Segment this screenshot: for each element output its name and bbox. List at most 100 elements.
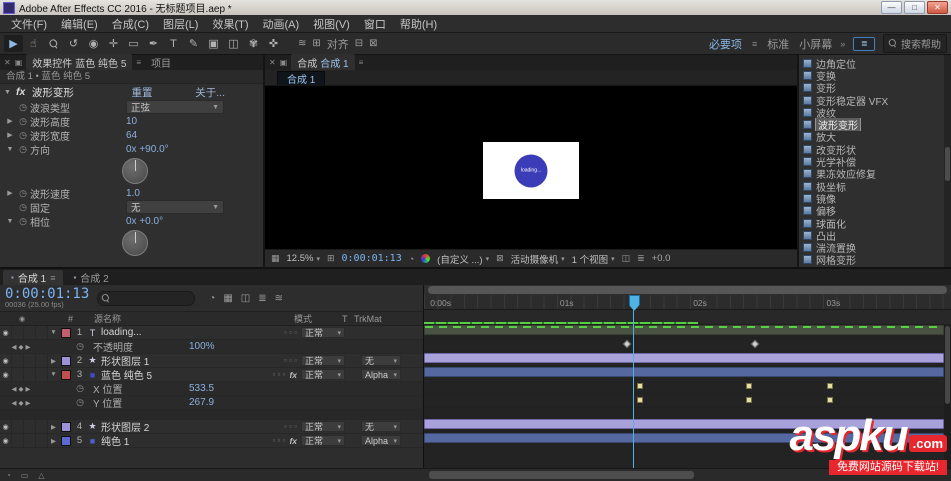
- eye-icon[interactable]: ◉: [0, 434, 12, 447]
- draft3d-icon[interactable]: ▦: [223, 293, 232, 304]
- keyframe[interactable]: [827, 383, 833, 389]
- effect-item[interactable]: 波纹: [799, 106, 951, 118]
- keyframe[interactable]: [746, 383, 753, 389]
- effect-item[interactable]: 凸出: [799, 229, 951, 241]
- zoom-slider[interactable]: ▭: [21, 471, 29, 480]
- layer-duration-bar[interactable]: [424, 325, 944, 335]
- exposure-value[interactable]: +0.0: [652, 253, 671, 264]
- mode-header[interactable]: 模式: [294, 312, 342, 325]
- zoom-in-icon[interactable]: △: [38, 471, 44, 480]
- effect-item[interactable]: 变换: [799, 69, 951, 82]
- layer-row[interactable]: ◉ ▶ 2 ★ 形状图层 1 ▫ ▫ ▫ 正常 ▾ 无 ▾: [0, 354, 423, 368]
- work-area-strip[interactable]: [424, 310, 951, 325]
- wave-icon[interactable]: ≋: [298, 38, 306, 49]
- trkmat-dropdown[interactable]: Alpha ▾: [361, 369, 401, 380]
- property-value[interactable]: 0x +0.0°: [126, 216, 163, 227]
- av-cell[interactable]: [24, 326, 36, 339]
- effect-item[interactable]: 网格变形: [799, 254, 951, 266]
- zoom-out-icon[interactable]: ◔: [6, 471, 11, 480]
- trkmat-header[interactable]: TrkMat: [354, 314, 394, 324]
- fx-switch-icon[interactable]: fx: [289, 370, 297, 380]
- hide-shy-icon[interactable]: ◫: [241, 293, 250, 304]
- menu-icon[interactable]: ≡: [50, 273, 55, 283]
- effect-item[interactable]: 变形: [799, 82, 951, 94]
- selection-tool-icon[interactable]: ▶: [4, 35, 23, 52]
- effect-item[interactable]: 极坐标: [799, 180, 951, 192]
- mode-dropdown[interactable]: 正常 ▾: [301, 369, 345, 380]
- motion-blur-icon[interactable]: ≣: [258, 293, 266, 304]
- help-search-box[interactable]: Ϙ 搜索帮助: [883, 34, 947, 53]
- eye-icon[interactable]: ◉: [0, 354, 12, 367]
- layer-row[interactable]: ◉ ▶ 5 ■ 纯色 1 ▫ ▫ ▫ fx 正常 ▾ Alpha ▾: [0, 434, 423, 448]
- av-cell[interactable]: [12, 368, 24, 381]
- twirl-icon[interactable]: ▶: [48, 420, 59, 433]
- property-value[interactable]: 533.5: [189, 383, 214, 394]
- twirl-icon[interactable]: ▶: [4, 189, 16, 197]
- grid-guides-icon[interactable]: ⊞: [327, 253, 335, 264]
- pen-tool-icon[interactable]: ✒: [144, 35, 163, 52]
- angle-dial[interactable]: [122, 230, 148, 256]
- puppet-pin-tool-icon[interactable]: ✜: [264, 35, 283, 52]
- menu-icon[interactable]: ≡: [752, 39, 757, 49]
- timeline-button-icon[interactable]: ≣: [637, 253, 645, 264]
- layer-name[interactable]: 形状图层 2: [99, 419, 243, 434]
- tab-effect-controls[interactable]: 效果控件 蓝色 纯色 5: [26, 54, 133, 71]
- time-ruler[interactable]: 0:00s 01s 02s 03s: [424, 295, 951, 310]
- layer-row[interactable]: ◉ ▶ 4 ★ 形状图层 2 ▫ ▫ ▫ 正常 ▾ 无 ▾: [0, 420, 423, 434]
- cc-sync-icon[interactable]: ≣: [853, 36, 876, 51]
- menu-item[interactable]: 帮助(H): [393, 16, 444, 32]
- menu-item[interactable]: 图层(L): [156, 16, 205, 32]
- property-value[interactable]: 0x +90.0°: [126, 144, 169, 155]
- zoom-dropdown[interactable]: 12.5% ▾: [287, 253, 320, 264]
- av-cell[interactable]: [36, 354, 48, 367]
- property-dropdown[interactable]: 正弦 ▼: [126, 100, 224, 114]
- av-cell[interactable]: [24, 420, 36, 433]
- source-name-header[interactable]: 源名称: [94, 312, 236, 325]
- av-cell[interactable]: [12, 420, 24, 433]
- stopwatch-icon[interactable]: ◷: [16, 202, 30, 213]
- trkmat-dropdown[interactable]: 无 ▾: [361, 355, 401, 366]
- scrollbar-thumb[interactable]: [945, 147, 950, 181]
- av-cell[interactable]: [24, 434, 36, 447]
- mode-dropdown[interactable]: 正常 ▾: [301, 421, 345, 432]
- t-header[interactable]: T: [342, 314, 354, 324]
- stopwatch-icon[interactable]: ◷: [16, 130, 30, 141]
- keyframe[interactable]: [746, 397, 753, 403]
- keyframe-navigator[interactable]: ◀◆▶: [0, 385, 44, 393]
- grid2-icon[interactable]: ⊞: [312, 38, 320, 49]
- rotation-tool-icon[interactable]: ↺: [64, 35, 83, 52]
- show-channel-icon[interactable]: [421, 254, 431, 263]
- property-row[interactable]: ◀◆▶ ◷ X 位置 533.5: [0, 382, 423, 396]
- label-chip[interactable]: [61, 369, 71, 380]
- effect-item[interactable]: 改变形状: [799, 143, 951, 155]
- menu-item[interactable]: 窗口: [357, 16, 393, 32]
- stopwatch-icon[interactable]: ◷: [67, 341, 93, 352]
- property-value[interactable]: 100%: [189, 341, 215, 352]
- stopwatch-icon[interactable]: ◷: [67, 397, 93, 408]
- property-row[interactable]: ◀◆▶ ◷ 不透明度 100%: [0, 340, 423, 354]
- layer-name[interactable]: 蓝色 纯色 5: [99, 367, 243, 382]
- workspace-item[interactable]: 小屏幕: [799, 36, 832, 52]
- camera-tool-icon[interactable]: ◉: [84, 35, 103, 52]
- reset-link[interactable]: 重置: [132, 85, 196, 100]
- trkmat-dropdown[interactable]: Alpha ▾: [361, 435, 401, 446]
- effect-item[interactable]: 偏移: [799, 205, 951, 217]
- property-value[interactable]: 267.9: [189, 397, 214, 408]
- av-cell[interactable]: [12, 326, 24, 339]
- label-chip[interactable]: [61, 435, 71, 446]
- tab-composition[interactable]: 合成 合成 1: [291, 54, 355, 71]
- eye-icon[interactable]: ◉: [0, 420, 12, 433]
- keyframe[interactable]: [827, 397, 833, 403]
- panel-menu-icon[interactable]: ≡: [136, 58, 141, 67]
- stopwatch-icon[interactable]: ◷: [16, 102, 30, 113]
- twirl-icon[interactable]: ▶: [48, 354, 59, 367]
- fx-switch-icon[interactable]: fx: [289, 436, 297, 446]
- av-cell[interactable]: [36, 420, 48, 433]
- layer-switches[interactable]: ▫ ▫ ▫ fx: [243, 436, 301, 446]
- label-chip[interactable]: [61, 355, 71, 366]
- comp-mini-flowchart-icon[interactable]: ◔: [209, 293, 215, 304]
- about-link[interactable]: 关于...: [195, 85, 259, 100]
- effect-item[interactable]: 湍流置换: [799, 241, 951, 254]
- hand-tool-icon[interactable]: ☝: [24, 35, 43, 52]
- close-button[interactable]: ✕: [927, 1, 948, 14]
